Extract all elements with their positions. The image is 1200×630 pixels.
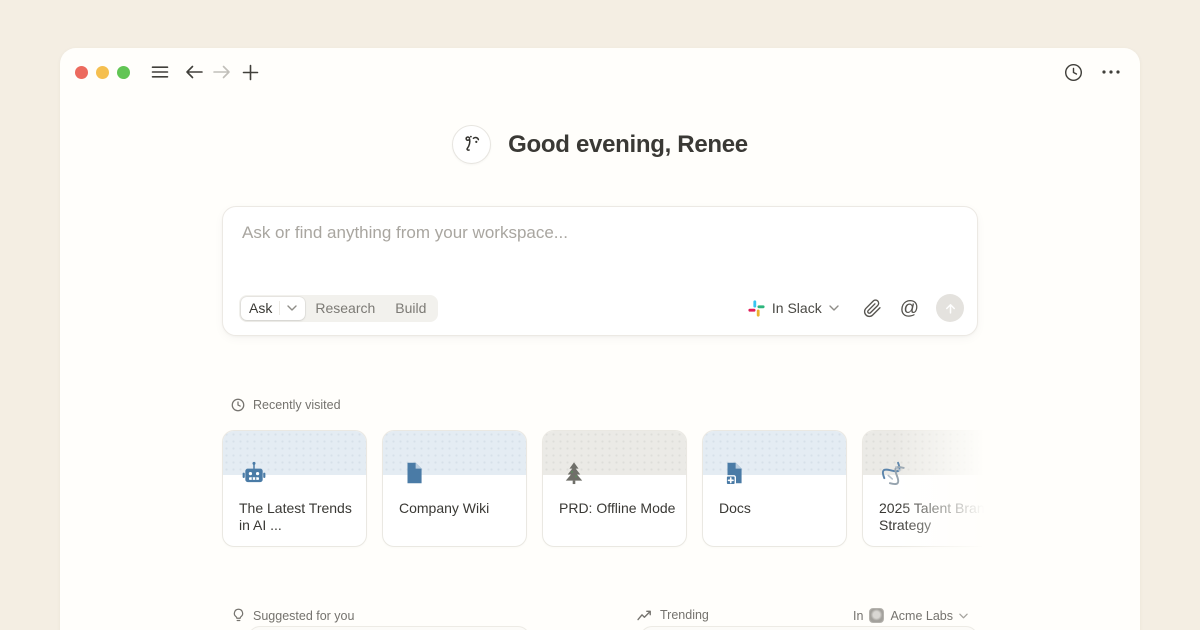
- trending-header: Trending: [637, 608, 709, 622]
- mention-button[interactable]: @: [900, 299, 919, 318]
- workspace-name: Acme Labs: [890, 609, 953, 623]
- suggested-label: Suggested for you: [253, 609, 354, 623]
- composer: Ask Research Build: [222, 206, 978, 336]
- recently-visited-label: Recently visited: [253, 398, 341, 412]
- tree-icon: [560, 459, 588, 487]
- send-button[interactable]: [936, 294, 964, 322]
- app-window: Good evening, Renee Ask Research Build: [60, 48, 1140, 630]
- chevron-down-icon: [829, 305, 839, 311]
- card-company-wiki[interactable]: Company Wiki: [382, 430, 527, 547]
- arrow-left-icon: [184, 64, 204, 80]
- trending-icon: [637, 609, 652, 621]
- mode-switcher: Ask Research Build: [239, 295, 438, 322]
- history-button[interactable]: [1059, 58, 1087, 86]
- chevron-down-icon: [959, 613, 968, 619]
- maximize-window-button[interactable]: [117, 66, 130, 79]
- card-title: Company Wiki: [399, 500, 516, 517]
- mode-ask-label: Ask: [249, 300, 272, 316]
- mode-research-button[interactable]: Research: [305, 300, 385, 316]
- card-title: PRD: Offline Mode: [559, 500, 676, 517]
- mode-build-button[interactable]: Build: [385, 300, 436, 316]
- workspace-avatar: [869, 608, 884, 623]
- workspace-filter-prefix: In: [853, 609, 863, 623]
- page-title: Good evening, Renee: [508, 131, 748, 159]
- recently-visited-cards: The Latest Trends in AI ... Company Wiki: [222, 430, 1022, 547]
- at-icon: @: [900, 299, 919, 318]
- card-title: Docs: [719, 500, 836, 517]
- composer-right-tools: In Slack @: [748, 294, 964, 322]
- desktop-background: Good evening, Renee Ask Research Build: [0, 0, 1200, 630]
- card-latest-trends-in-ai[interactable]: The Latest Trends in AI ...: [222, 430, 367, 547]
- mode-ask-button[interactable]: Ask: [241, 297, 305, 320]
- page-icon: [400, 459, 428, 487]
- ellipsis-icon: [1102, 70, 1120, 74]
- new-tab-button[interactable]: [236, 58, 264, 86]
- arrow-right-icon: [212, 64, 232, 80]
- card-title: The Latest Trends in AI ...: [239, 500, 356, 534]
- close-window-button[interactable]: [75, 66, 88, 79]
- card-title: 2025 Talent Brand Strategy: [879, 500, 996, 534]
- minimize-window-button[interactable]: [96, 66, 109, 79]
- sidebar-toggle-button[interactable]: [146, 58, 174, 86]
- back-button[interactable]: [180, 58, 208, 86]
- composer-input[interactable]: [240, 221, 964, 281]
- paperclip-icon: [863, 299, 882, 318]
- suggested-header: Suggested for you: [232, 608, 354, 623]
- card-docs[interactable]: Docs: [702, 430, 847, 547]
- window-topbar: [75, 58, 1125, 86]
- page-plus-icon: [720, 459, 748, 487]
- composer-toolbar: Ask Research Build: [239, 294, 964, 322]
- trending-content-preview: [640, 626, 978, 630]
- recently-visited-header: Recently visited: [231, 398, 341, 412]
- trending-label: Trending: [660, 608, 709, 622]
- clock-icon: [1064, 63, 1083, 82]
- scope-selector[interactable]: In Slack: [748, 300, 839, 317]
- slack-icon: [748, 300, 765, 317]
- chevron-down-icon: [287, 305, 297, 311]
- plus-icon: [242, 64, 259, 81]
- attach-file-button[interactable]: [863, 299, 882, 318]
- card-prd-offline-mode[interactable]: PRD: Offline Mode: [542, 430, 687, 547]
- robot-icon: [240, 459, 268, 487]
- card-2025-talent-brand-strategy[interactable]: 2025 Talent Brand Strategy: [862, 430, 1007, 547]
- forward-button[interactable]: [208, 58, 236, 86]
- dna-icon: [880, 459, 908, 487]
- greeting-row: Good evening, Renee: [60, 125, 1140, 164]
- scope-label: In Slack: [772, 300, 822, 316]
- arrow-up-icon: [943, 301, 958, 316]
- lightbulb-icon: [232, 608, 245, 623]
- window-controls: [75, 66, 130, 79]
- more-menu-button[interactable]: [1097, 58, 1125, 86]
- clock-icon: [231, 398, 245, 412]
- hamburger-icon: [151, 64, 169, 80]
- suggested-content-preview: [248, 626, 530, 630]
- chip-divider: [279, 301, 280, 315]
- ai-face-icon: [452, 125, 491, 164]
- workspace-filter[interactable]: In Acme Labs: [853, 608, 968, 623]
